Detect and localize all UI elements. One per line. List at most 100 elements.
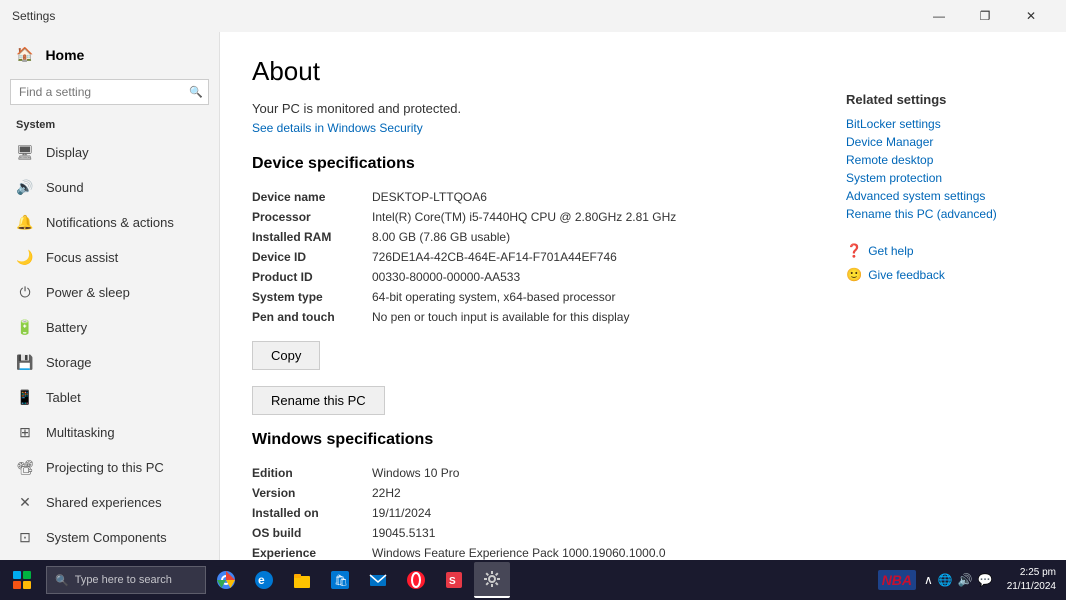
taskbar-time: 2:25 pm: [1007, 566, 1056, 580]
related-give-feedback[interactable]: 🙂 Give feedback: [846, 263, 1046, 287]
notification-icon[interactable]: 💬: [978, 573, 993, 587]
copy-device-specs-button[interactable]: Copy: [252, 341, 320, 370]
sidebar-section-label: System: [0, 111, 219, 135]
edge-icon: e: [254, 570, 274, 590]
sidebar-item-notifications[interactable]: 🔔 Notifications & actions: [0, 205, 219, 240]
sidebar-item-tablet[interactable]: 📱 Tablet: [0, 380, 219, 415]
sidebar-item-label: Battery: [46, 320, 87, 335]
related-link-remote-desktop[interactable]: Remote desktop: [846, 151, 1046, 169]
system-tray: ∧ 🌐 🔊 💬: [920, 573, 997, 587]
sidebar: 🏠 Home 🔍 System 🖥 Display 🔊 Sound 🔔 Noti…: [0, 32, 220, 560]
taskbar-chrome[interactable]: [208, 562, 244, 598]
sidebar-item-storage[interactable]: 💾 Storage: [0, 345, 219, 380]
related-link-rename-pc[interactable]: Rename this PC (advanced): [846, 205, 1046, 223]
win-specs-table: Edition Windows 10 Pro Version 22H2 Inst…: [252, 463, 1034, 560]
taskbar-time-area[interactable]: 2:25 pm 21/11/2024: [1001, 566, 1062, 594]
sidebar-item-label: Projecting to this PC: [46, 460, 164, 475]
sidebar-item-battery[interactable]: 🔋 Battery: [0, 310, 219, 345]
focus-icon: 🌙: [16, 249, 34, 266]
taskbar-mail[interactable]: [360, 562, 396, 598]
spec-label-version: Version: [252, 486, 372, 500]
sidebar-item-label: Focus assist: [46, 250, 118, 265]
search-input[interactable]: [10, 79, 209, 105]
app1-icon: S: [444, 570, 464, 590]
volume-icon[interactable]: 🔊: [958, 573, 973, 587]
related-link-device-manager[interactable]: Device Manager: [846, 133, 1046, 151]
sidebar-item-label: Display: [46, 145, 89, 160]
sidebar-item-sound[interactable]: 🔊 Sound: [0, 170, 219, 205]
svg-text:e: e: [258, 573, 265, 587]
related-link-advanced-settings[interactable]: Advanced system settings: [846, 187, 1046, 205]
give-feedback-link[interactable]: Give feedback: [868, 266, 945, 284]
sidebar-item-label: Storage: [46, 355, 92, 370]
taskbar-settings[interactable]: [474, 562, 510, 598]
win-logo-cell-4: [23, 581, 31, 589]
sidebar-item-power[interactable]: ⏻ Power & sleep: [0, 275, 219, 310]
sidebar-item-label: Tablet: [46, 390, 81, 405]
battery-icon: 🔋: [16, 319, 34, 336]
get-help-link[interactable]: Get help: [868, 242, 913, 260]
home-label: Home: [45, 47, 84, 63]
get-help-icon: ❓: [846, 243, 862, 259]
give-feedback-icon: 🙂: [846, 267, 862, 283]
security-link[interactable]: See details in Windows Security: [252, 121, 423, 135]
sound-icon: 🔊: [16, 179, 34, 196]
sidebar-item-label: Power & sleep: [46, 285, 130, 300]
spec-value-pen-touch: No pen or touch input is available for t…: [372, 310, 629, 324]
sidebar-item-label: Shared experiences: [46, 495, 162, 510]
related-link-bitlocker[interactable]: BitLocker settings: [846, 115, 1046, 133]
related-settings-panel: Related settings BitLocker settings Devi…: [846, 92, 1046, 287]
spec-label-experience: Experience: [252, 546, 372, 560]
taskbar-explorer[interactable]: [284, 562, 320, 598]
related-get-help[interactable]: ❓ Get help: [846, 239, 1046, 263]
sidebar-item-focus[interactable]: 🌙 Focus assist: [0, 240, 219, 275]
svg-text:S: S: [449, 576, 456, 587]
spec-row-system-type: System type 64-bit operating system, x64…: [252, 287, 1034, 307]
nba-app[interactable]: NBA: [878, 570, 916, 590]
home-icon: 🏠: [16, 46, 33, 63]
related-link-system-protection[interactable]: System protection: [846, 169, 1046, 187]
maximize-button[interactable]: ❐: [962, 0, 1008, 32]
spec-value-ram: 8.00 GB (7.86 GB usable): [372, 230, 510, 244]
spec-row-pen-touch: Pen and touch No pen or touch input is a…: [252, 307, 1034, 327]
windows-logo: [13, 571, 31, 589]
sidebar-item-projecting[interactable]: 📽 Projecting to this PC: [0, 450, 219, 485]
chrome-icon: [216, 570, 236, 590]
system-components-icon: ⊡: [16, 529, 34, 546]
spec-value-experience: Windows Feature Experience Pack 1000.190…: [372, 546, 666, 560]
win-logo-cell-1: [13, 571, 21, 579]
taskbar-app1[interactable]: S: [436, 562, 472, 598]
spec-label-processor: Processor: [252, 210, 372, 224]
spec-row-experience: Experience Windows Feature Experience Pa…: [252, 543, 1034, 560]
taskbar-opera[interactable]: [398, 562, 434, 598]
spec-label-system-type: System type: [252, 290, 372, 304]
taskbar: 🔍 Type here to search e 🛍: [0, 560, 1066, 600]
spec-value-device-id: 726DE1A4-42CB-464E-AF14-F701A44EF746: [372, 250, 617, 264]
explorer-icon: [292, 570, 312, 590]
related-divider: [846, 223, 1046, 239]
start-button[interactable]: [4, 562, 40, 598]
win-logo-cell-3: [13, 581, 21, 589]
close-button[interactable]: ✕: [1008, 0, 1054, 32]
spec-label-device-name: Device name: [252, 190, 372, 204]
notifications-icon: 🔔: [16, 214, 34, 231]
taskbar-edge[interactable]: e: [246, 562, 282, 598]
content-area: Related settings BitLocker settings Devi…: [220, 32, 1066, 560]
minimize-button[interactable]: —: [916, 0, 962, 32]
chevron-icon[interactable]: ∧: [924, 573, 933, 587]
taskbar-search[interactable]: 🔍 Type here to search: [46, 566, 206, 594]
sidebar-item-shared[interactable]: ✕ Shared experiences: [0, 485, 219, 520]
sidebar-item-label: Multitasking: [46, 425, 115, 440]
sidebar-item-label: System Components: [46, 530, 167, 545]
sidebar-item-system-components[interactable]: ⊡ System Components: [0, 520, 219, 555]
network-icon[interactable]: 🌐: [938, 573, 953, 587]
rename-pc-button[interactable]: Rename this PC: [252, 386, 385, 415]
taskbar-right: NBA ∧ 🌐 🔊 💬 2:25 pm 21/11/2024: [878, 566, 1062, 594]
app-title: Settings: [12, 9, 55, 23]
sidebar-item-label: Notifications & actions: [46, 215, 174, 230]
sidebar-home[interactable]: 🏠 Home: [0, 36, 219, 73]
taskbar-store[interactable]: 🛍: [322, 562, 358, 598]
sidebar-item-display[interactable]: 🖥 Display: [0, 135, 219, 170]
sidebar-item-multitasking[interactable]: ⊞ Multitasking: [0, 415, 219, 450]
settings-icon: [482, 569, 502, 589]
